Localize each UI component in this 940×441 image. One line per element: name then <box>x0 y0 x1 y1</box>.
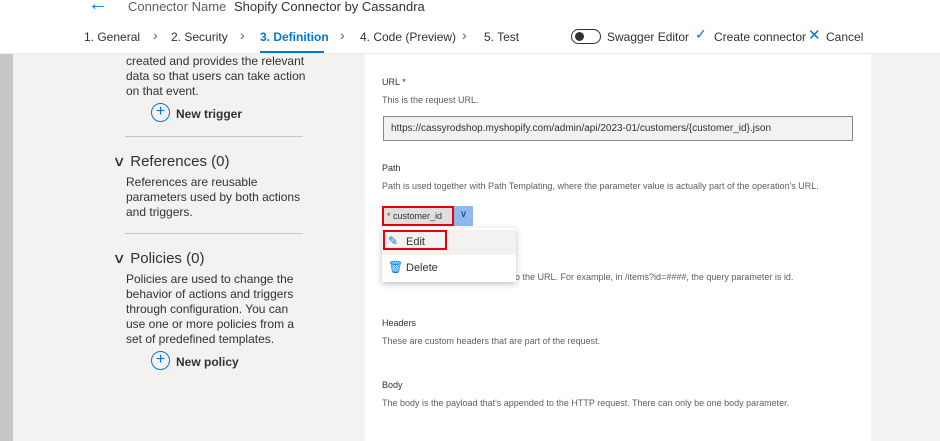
request-definition-panel: URL * This is the request URL. https://c… <box>365 54 871 441</box>
delete-menu-item[interactable]: 🗑 Delete <box>382 256 516 281</box>
policies-desc-line: behavior of actions and triggers <box>126 287 294 301</box>
tab-general[interactable]: 1. General <box>84 30 140 44</box>
tab-test[interactable]: 5. Test <box>484 30 519 44</box>
chevron-down-icon: ∨ <box>112 153 126 169</box>
right-gutter <box>871 54 940 441</box>
url-label: URL * <box>382 77 406 87</box>
triggers-description: created and provides the relevant data s… <box>126 54 305 99</box>
url-description: This is the request URL. <box>382 95 479 105</box>
toggle-knob <box>575 32 584 41</box>
references-section-toggle[interactable]: ∨ References (0) <box>112 153 230 170</box>
policies-desc-line: Policies are used to change the <box>126 272 294 286</box>
chevron-right-icon: › <box>240 27 245 43</box>
chevron-right-icon: › <box>462 27 467 43</box>
step-navigation: 1. General › 2. Security › 3. Definition… <box>0 22 940 54</box>
references-desc-line: parameters used by both actions <box>126 190 301 204</box>
chevron-down-icon: ∨ <box>112 250 126 266</box>
tab-definition[interactable]: 3. Definition <box>260 30 329 44</box>
connector-name-label: Connector Name <box>128 0 227 14</box>
triggers-desc-line: on that event. <box>126 84 199 98</box>
connector-name-value[interactable]: Shopify Connector by Cassandra <box>234 0 425 14</box>
close-icon[interactable]: ✕ <box>808 26 821 44</box>
definition-sidebar: created and provides the relevant data s… <box>13 54 365 441</box>
references-desc-line: References are reusable <box>126 175 258 189</box>
delete-label: Delete <box>406 262 438 274</box>
path-description: Path is used together with Path Templati… <box>382 181 819 191</box>
policies-desc-line: through configuration. You can <box>126 302 289 316</box>
page-scrollbar[interactable] <box>0 54 13 441</box>
references-heading: References (0) <box>130 153 230 170</box>
url-field[interactable]: https://cassyrodshop.myshopify.com/admin… <box>383 116 853 141</box>
policies-section-toggle[interactable]: ∨ Policies (0) <box>112 250 205 267</box>
active-tab-indicator <box>260 51 324 53</box>
query-description: o the URL. For example, in /items?id=###… <box>515 272 794 282</box>
connector-header: ← Connector Name Shopify Connector by Ca… <box>0 0 940 22</box>
chevron-right-icon: › <box>153 27 158 43</box>
tab-code-preview[interactable]: 4. Code (Preview) <box>360 30 456 44</box>
section-divider <box>125 233 303 234</box>
new-trigger-button[interactable]: New trigger <box>176 107 242 121</box>
cancel-button[interactable]: Cancel <box>826 30 863 44</box>
required-marker: * <box>387 211 391 221</box>
policies-heading: Policies (0) <box>130 250 205 267</box>
trash-icon: 🗑 <box>388 260 404 274</box>
parameter-context-menu: ✎ Edit 🗑 Delete <box>382 228 516 282</box>
chevron-right-icon: › <box>340 27 345 43</box>
chevron-down-icon[interactable]: ∨ <box>454 206 473 226</box>
edit-highlight-box <box>383 230 447 250</box>
policies-description: Policies are used to change the behavior… <box>126 272 294 347</box>
add-icon[interactable]: + <box>151 351 170 370</box>
triggers-desc-line: created and provides the relevant <box>126 54 305 68</box>
references-desc-line: and triggers. <box>126 205 193 219</box>
body-label: Body <box>382 380 403 390</box>
swagger-editor-label[interactable]: Swagger Editor <box>607 30 689 44</box>
path-parameter-name: customer_id <box>393 211 443 221</box>
path-parameter-chip[interactable]: * customer_id <box>382 206 454 226</box>
path-label: Path <box>382 163 401 173</box>
new-policy-button[interactable]: New policy <box>176 355 239 369</box>
swagger-editor-toggle[interactable] <box>571 29 601 44</box>
checkmark-icon[interactable]: ✓ <box>695 26 707 43</box>
create-connector-button[interactable]: Create connector <box>714 30 806 44</box>
policies-desc-line: use one or more policies from a <box>126 317 295 331</box>
arrow-left-icon[interactable]: ← <box>88 0 108 14</box>
body-description: The body is the payload that's appended … <box>382 398 790 408</box>
section-divider <box>125 136 303 137</box>
references-description: References are reusable parameters used … <box>126 175 300 220</box>
add-icon[interactable]: + <box>151 103 170 122</box>
policies-desc-line: set of predefined templates. <box>126 332 275 346</box>
triggers-desc-line: data so that users can take action <box>126 69 306 83</box>
headers-label: Headers <box>382 318 417 328</box>
tab-security[interactable]: 2. Security <box>171 30 228 44</box>
headers-description: These are custom headers that are part o… <box>382 336 601 346</box>
